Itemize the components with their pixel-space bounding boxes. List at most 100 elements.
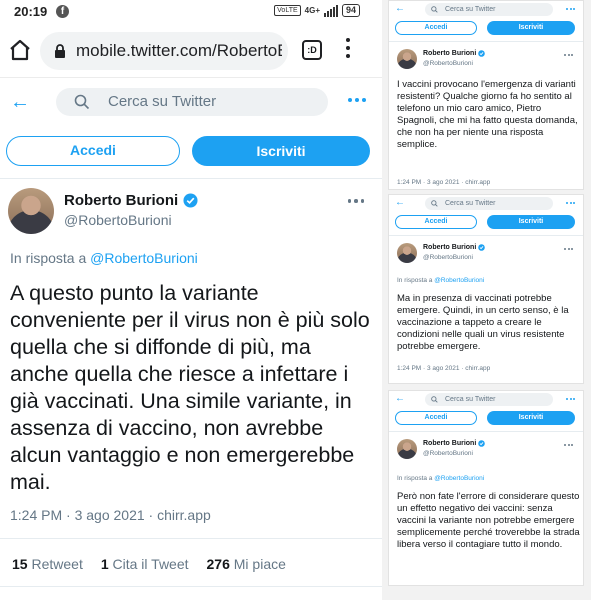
battery-icon: 94 <box>341 4 360 17</box>
search-placeholder: Cerca su Twitter <box>445 6 496 13</box>
avatar[interactable] <box>397 243 417 263</box>
tweet-timestamp[interactable]: 1:24 PM · 3 ago 2021 · chirr.app <box>10 507 211 523</box>
reply-context: In risposta a @RobertoBurioni <box>397 277 484 284</box>
browser-toolbar: mobile.twitter.com/RobertoB :D <box>0 24 382 78</box>
verified-badge-icon <box>478 50 486 57</box>
signup-button[interactable]: Iscriviti <box>487 215 575 229</box>
tweet-text: I vaccini provocano l'emergenza di varia… <box>397 79 578 150</box>
browser-menu-icon[interactable] <box>346 38 352 62</box>
more-options-icon[interactable] <box>566 8 575 10</box>
like-count[interactable]: 276 Mi piace <box>207 556 286 572</box>
back-arrow-icon[interactable]: ← <box>395 3 405 14</box>
network-type-label: 4G+ <box>304 6 320 15</box>
tab-switcher-button[interactable]: :D <box>302 40 322 60</box>
tweet-text: A questo punto la variante conveniente p… <box>10 281 370 494</box>
home-icon[interactable] <box>8 38 32 62</box>
volte-icon: VoLTE <box>274 5 301 16</box>
verified-badge-icon <box>478 244 486 251</box>
divider <box>0 538 382 539</box>
signup-button[interactable]: Iscriviti <box>487 411 575 425</box>
author-name[interactable]: Roberto Burioni <box>64 192 198 209</box>
avatar[interactable] <box>397 439 417 459</box>
author-name-text: Roberto Burioni <box>423 244 477 251</box>
author-name-text: Roberto Burioni <box>64 192 179 209</box>
mini-header: ← Cerca su Twitter <box>389 391 583 409</box>
search-input[interactable]: Cerca su Twitter <box>425 197 553 210</box>
verified-badge-icon <box>183 193 198 208</box>
author-name-text: Roberto Burioni <box>423 50 477 57</box>
signal-bars-icon <box>323 4 338 17</box>
login-button[interactable]: Accedi <box>395 21 477 35</box>
back-arrow-icon[interactable]: ← <box>395 393 405 404</box>
quote-count[interactable]: 1 Cita il Tweet <box>101 556 189 572</box>
more-options-icon[interactable] <box>566 202 575 204</box>
author-handle[interactable]: @RobertoBurioni <box>64 212 172 228</box>
more-options-icon[interactable] <box>348 98 366 102</box>
reply-prefix: In risposta a <box>397 475 433 482</box>
tweet-timestamp[interactable]: 1:24 PM · 3 ago 2021 · chirr.app <box>397 365 490 372</box>
mini-tweet-card-3: ← Cerca su Twitter Accedi Iscriviti Robe… <box>388 390 584 586</box>
verified-badge-icon <box>478 440 486 447</box>
composite-screenshot: 20:19 f VoLTE 4G+ 94 mobile.twitter.com/… <box>0 0 591 600</box>
avatar[interactable] <box>397 49 417 69</box>
mini-tweet-card-1: ← Cerca su Twitter Accedi Iscriviti Robe… <box>388 0 584 190</box>
divider <box>0 586 382 587</box>
author-name[interactable]: Roberto Burioni <box>423 440 486 447</box>
facebook-notification-icon: f <box>56 5 69 18</box>
login-button[interactable]: Accedi <box>395 215 477 229</box>
more-options-icon[interactable] <box>566 398 575 400</box>
lock-icon <box>55 44 65 58</box>
address-bar[interactable]: mobile.twitter.com/RobertoB <box>40 32 288 70</box>
login-button[interactable]: Accedi <box>395 411 477 425</box>
avatar[interactable] <box>8 188 54 234</box>
tweet-more-icon[interactable] <box>347 199 364 203</box>
url-text: mobile.twitter.com/RobertoB <box>76 41 282 60</box>
tweet-more-icon[interactable] <box>564 444 573 446</box>
twitter-header: ← Cerca su Twitter <box>0 78 382 130</box>
search-placeholder: Cerca su Twitter <box>108 93 217 110</box>
tweet-more-icon[interactable] <box>564 248 573 250</box>
author-name[interactable]: Roberto Burioni <box>423 244 486 251</box>
reply-mention-link[interactable]: @RobertoBurioni <box>434 475 484 482</box>
signup-button[interactable]: Iscriviti <box>487 21 575 35</box>
reply-mention-link[interactable]: @RobertoBurioni <box>90 250 198 266</box>
status-bar: 20:19 f VoLTE 4G+ 94 <box>0 0 382 24</box>
status-icons: VoLTE 4G+ 94 <box>274 4 360 17</box>
author-name[interactable]: Roberto Burioni <box>423 50 486 57</box>
tweet-stats: 15 Retweet 1 Cita il Tweet 276 Mi piace <box>12 556 286 572</box>
search-icon <box>431 396 438 403</box>
author-handle[interactable]: @RobertoBurioni <box>423 450 473 457</box>
tweet-timestamp[interactable]: 1:24 PM · 3 ago 2021 · chirr.app <box>397 179 490 186</box>
retweet-count[interactable]: 15 Retweet <box>12 556 83 572</box>
reply-context: In risposta a @RobertoBurioni <box>10 250 198 266</box>
back-arrow-icon[interactable]: ← <box>395 197 405 208</box>
search-placeholder: Cerca su Twitter <box>445 200 496 207</box>
reply-mention-link[interactable]: @RobertoBurioni <box>434 277 484 284</box>
mini-header: ← Cerca su Twitter <box>389 195 583 213</box>
divider <box>0 178 382 179</box>
back-arrow-icon[interactable]: ← <box>10 92 30 112</box>
search-placeholder: Cerca su Twitter <box>445 396 496 403</box>
search-input[interactable]: Cerca su Twitter <box>425 3 553 16</box>
tweet-text: Però non fate l'errore di considerare qu… <box>397 491 580 550</box>
mini-tweet-card-2: ← Cerca su Twitter Accedi Iscriviti Robe… <box>388 194 584 384</box>
main-phone-screen: 20:19 f VoLTE 4G+ 94 mobile.twitter.com/… <box>0 0 382 600</box>
author-name-text: Roberto Burioni <box>423 440 477 447</box>
reply-prefix: In risposta a <box>10 250 87 266</box>
divider <box>389 41 583 42</box>
author-handle[interactable]: @RobertoBurioni <box>423 60 473 67</box>
search-icon <box>74 94 90 110</box>
signup-button[interactable]: Iscriviti <box>192 136 370 166</box>
reply-context: In risposta a @RobertoBurioni <box>397 475 484 482</box>
status-time: 20:19 <box>14 4 48 19</box>
search-icon <box>431 200 438 207</box>
divider <box>389 235 583 236</box>
search-icon <box>431 6 438 13</box>
tweet-text: Ma in presenza di vaccinati potrebbe eme… <box>397 293 569 352</box>
search-input[interactable]: Cerca su Twitter <box>425 393 553 406</box>
login-button[interactable]: Accedi <box>6 136 180 166</box>
search-input[interactable]: Cerca su Twitter <box>56 88 328 116</box>
tweet-more-icon[interactable] <box>564 54 573 56</box>
author-handle[interactable]: @RobertoBurioni <box>423 254 473 261</box>
reply-prefix: In risposta a <box>397 277 433 284</box>
